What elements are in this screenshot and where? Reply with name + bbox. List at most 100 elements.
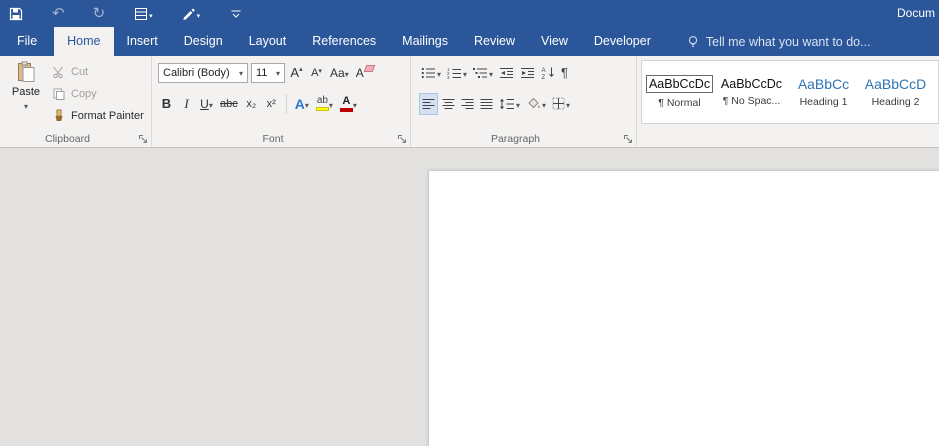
cut-button[interactable]: Cut [48, 61, 148, 83]
align-center-button[interactable] [440, 93, 457, 115]
shrink-font-icon: A [311, 67, 322, 79]
bold-button[interactable]: B [158, 93, 175, 115]
change-case-icon: Aa [330, 65, 345, 80]
underline-button[interactable]: U [198, 93, 215, 115]
align-right-icon [461, 98, 474, 109]
tab-developer[interactable]: Developer [581, 27, 664, 56]
copy-button[interactable]: Copy [48, 83, 148, 105]
tab-references[interactable]: References [299, 27, 389, 56]
shading-icon [528, 97, 540, 109]
justify-button[interactable] [478, 93, 495, 115]
svg-text:3: 3 [447, 75, 450, 79]
quick-access-layout-button[interactable] [133, 0, 153, 27]
title-bar: ↶ ↻ Docum [0, 0, 939, 27]
pen-icon [182, 8, 195, 20]
text-effects-icon: A [294, 95, 305, 112]
tab-insert[interactable]: Insert [114, 27, 171, 56]
font-row-2: B I U abc x₂ x² A ab [158, 91, 406, 116]
tab-design[interactable]: Design [171, 27, 236, 56]
redo-button[interactable]: ↻ [93, 0, 106, 27]
tab-mailings[interactable]: Mailings [389, 27, 461, 56]
style-normal[interactable]: AaBbCcDc ¶ Normal [645, 64, 714, 120]
font-size-combo[interactable]: 11 [251, 62, 285, 83]
superscript-button[interactable]: x² [263, 93, 280, 115]
style-preview: AaBbCcD [864, 76, 927, 92]
show-hide-formatting-button[interactable]: ¶ [559, 62, 570, 84]
paste-icon [18, 61, 35, 82]
clipboard-dialog-launcher[interactable] [138, 134, 148, 144]
style-name: ¶ Normal [658, 97, 701, 109]
paste-button[interactable]: Paste [4, 59, 48, 131]
borders-button[interactable] [550, 93, 572, 115]
tell-me-box[interactable]: Tell me what you want to do... [686, 27, 871, 56]
clear-formatting-button[interactable]: A [354, 62, 376, 84]
font-color-icon: A [339, 95, 353, 112]
style-preview: AaBbCcDc [720, 77, 783, 91]
multilevel-list-icon [473, 67, 488, 78]
document-title: Docum [897, 6, 936, 20]
document-page[interactable] [428, 170, 939, 446]
sort-button[interactable]: A Z [539, 62, 557, 84]
paragraph-dialog-launcher[interactable] [623, 134, 633, 144]
align-left-button[interactable] [419, 92, 438, 115]
document-layout-icon [135, 7, 148, 20]
grow-font-button[interactable]: A [288, 62, 305, 84]
font-size-value: 11 [256, 66, 268, 79]
text-effects-button[interactable]: A [293, 93, 311, 115]
align-center-icon [442, 98, 455, 109]
clipboard-group-label: Clipboard [45, 133, 90, 145]
style-no-spacing[interactable]: AaBbCcDc ¶ No Spac... [718, 64, 785, 120]
font-name-value: Calibri (Body) [163, 66, 230, 79]
numbering-button[interactable]: 1 2 3 [445, 62, 469, 84]
align-left-icon [422, 98, 435, 109]
dropdown-arrow-icon [516, 95, 520, 113]
redo-icon: ↻ [92, 5, 106, 22]
ribbon: Paste Cut [0, 56, 939, 148]
increase-indent-button[interactable] [518, 62, 537, 84]
bold-icon: B [161, 96, 172, 111]
word-window: ↶ ↻ Docum Fi [0, 0, 939, 446]
change-case-button[interactable]: Aa [328, 62, 351, 84]
subscript-button[interactable]: x₂ [243, 93, 260, 115]
shading-button[interactable] [524, 93, 548, 115]
text-highlight-button[interactable]: ab [314, 93, 335, 115]
shrink-font-button[interactable]: A [308, 62, 325, 84]
italic-button[interactable]: I [178, 93, 195, 115]
bullets-button[interactable] [419, 62, 443, 84]
line-spacing-button[interactable] [497, 93, 522, 115]
font-row-1: Calibri (Body) 11 A A Aa A [158, 60, 406, 85]
customize-quick-access-toolbar-button[interactable] [228, 0, 244, 27]
undo-button[interactable]: ↶ [52, 0, 65, 27]
save-icon [9, 7, 23, 20]
font-name-combo[interactable]: Calibri (Body) [158, 62, 248, 83]
tab-layout[interactable]: Layout [236, 27, 300, 56]
combo-arrow-icon[interactable] [239, 67, 243, 79]
multilevel-list-button[interactable] [471, 62, 495, 84]
strikethrough-icon: abc [220, 97, 238, 110]
tell-me-label: Tell me what you want to do... [705, 34, 871, 49]
tab-view[interactable]: View [528, 27, 581, 56]
clipboard-small-buttons: Cut Copy Format Painter [48, 59, 148, 131]
font-dialog-launcher[interactable] [397, 134, 407, 144]
format-painter-label: Format Painter [71, 110, 144, 122]
clipboard-group: Paste Cut [0, 56, 152, 147]
font-color-button[interactable]: A [338, 93, 359, 115]
tab-home[interactable]: Home [54, 27, 114, 56]
combo-arrow-icon[interactable] [276, 67, 280, 79]
decrease-indent-button[interactable] [497, 62, 516, 84]
tab-file[interactable]: File [0, 27, 54, 56]
dropdown-arrow-icon [345, 66, 349, 80]
paste-label: Paste [11, 86, 41, 98]
quick-access-pen-button[interactable] [181, 0, 201, 27]
style-heading-2[interactable]: AaBbCcD Heading 2 [862, 64, 929, 120]
strikethrough-button[interactable]: abc [218, 93, 240, 115]
format-painter-button[interactable]: Format Painter [48, 105, 148, 127]
style-heading-1[interactable]: AaBbCc Heading 1 [790, 64, 857, 120]
save-button[interactable] [8, 0, 24, 27]
style-name: ¶ No Spac... [722, 95, 781, 107]
underline-icon: U [200, 96, 209, 111]
tab-review[interactable]: Review [461, 27, 528, 56]
decrease-indent-icon [500, 67, 514, 78]
style-name: Heading 2 [871, 96, 920, 108]
align-right-button[interactable] [459, 93, 476, 115]
